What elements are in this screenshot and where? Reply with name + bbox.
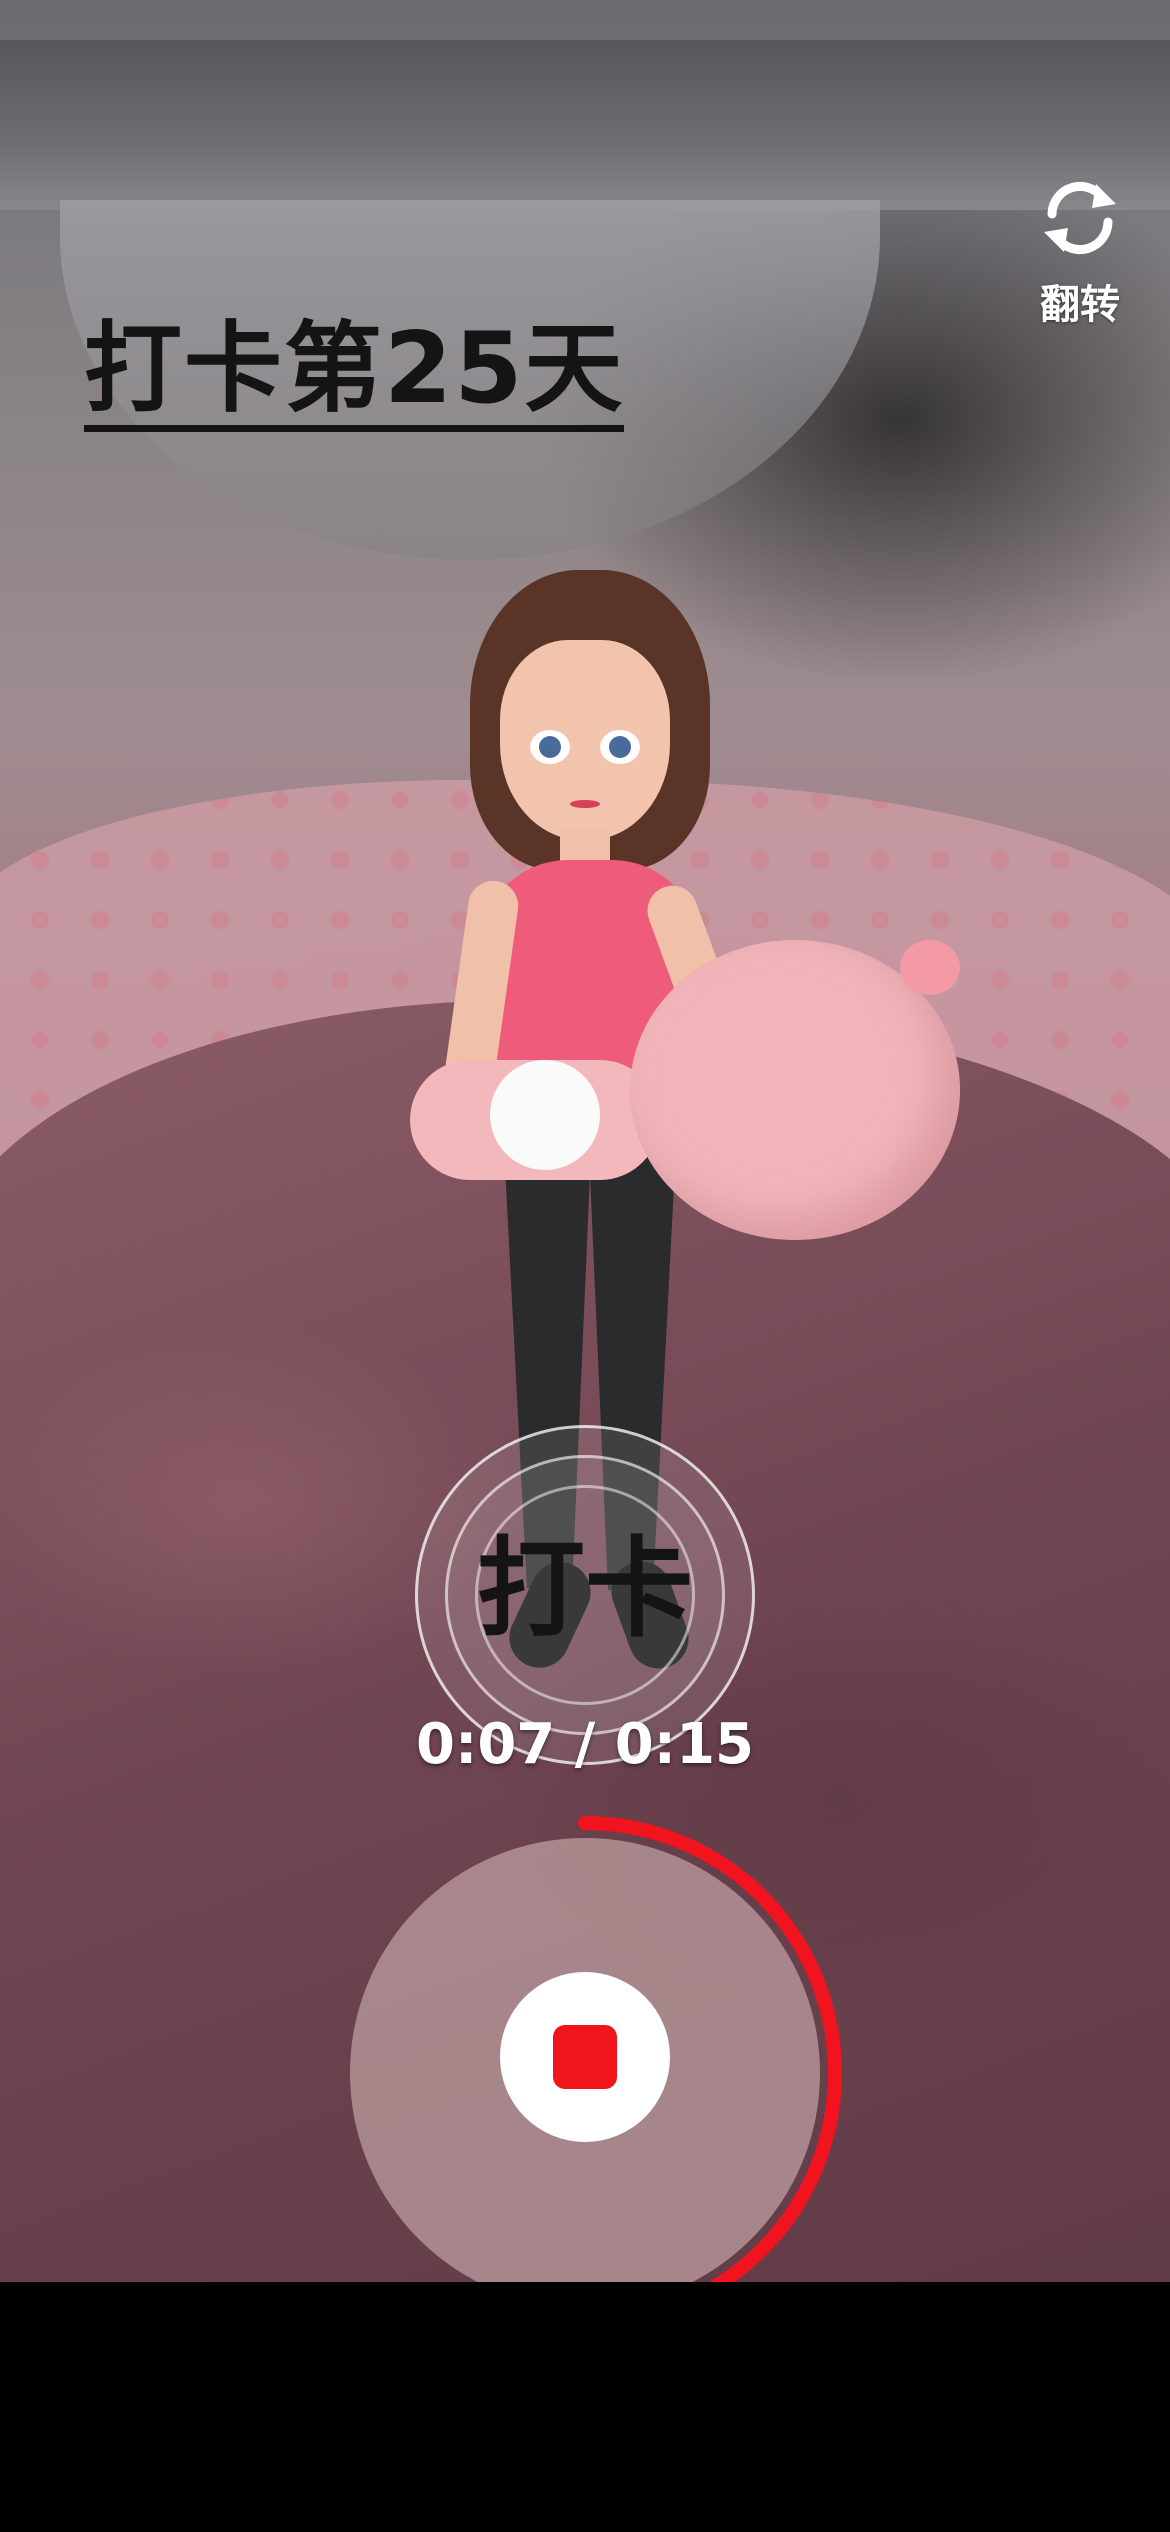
flip-camera-button[interactable]: 翻转	[1025, 170, 1135, 328]
baby-diaper	[490, 1060, 600, 1170]
character-eye-right	[600, 730, 640, 764]
stop-recording-button[interactable]	[500, 1972, 670, 2142]
character-eye-left	[530, 730, 570, 764]
checkin-label: 打卡	[476, 1527, 693, 1652]
stop-icon	[553, 2025, 617, 2089]
checkin-day-title: 打卡第25天	[84, 318, 625, 432]
rotate-camera-icon	[1044, 181, 1116, 255]
bottom-safe-area	[0, 2282, 1170, 2532]
bed-canopy	[0, 40, 1170, 210]
recording-timer: 0:07 / 0:15	[415, 1712, 755, 1777]
flip-label: 翻转	[1040, 282, 1120, 328]
character-face	[500, 640, 670, 840]
baby-ear	[900, 940, 960, 995]
character-mouth	[570, 800, 600, 808]
